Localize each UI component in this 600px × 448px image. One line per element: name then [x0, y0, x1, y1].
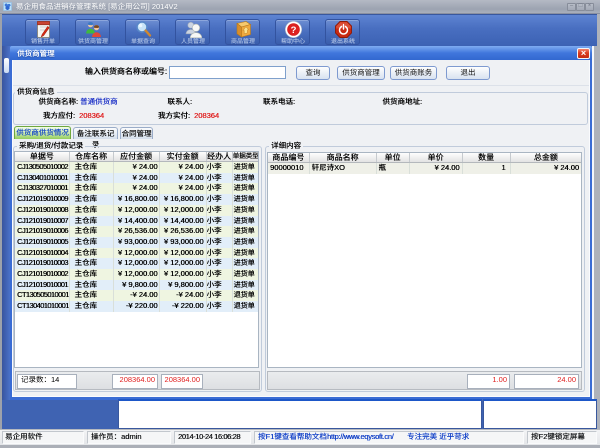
svg-text:?: ?	[291, 25, 297, 36]
